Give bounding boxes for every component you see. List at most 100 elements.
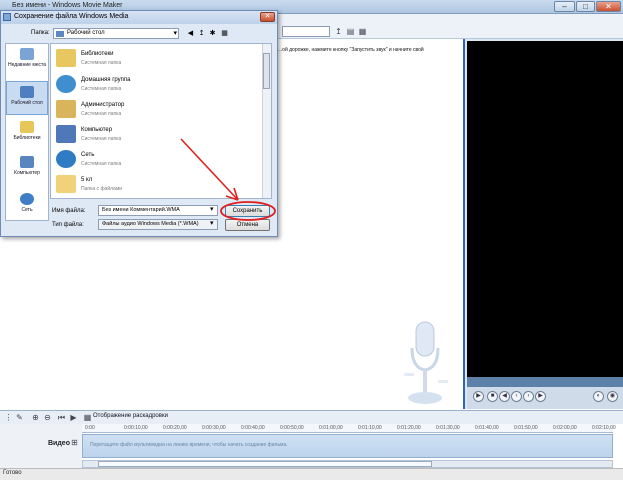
- stop-icon[interactable]: ■: [487, 391, 498, 402]
- item-desc: Системная папка: [81, 86, 122, 92]
- minimize-button[interactable]: –: [554, 1, 575, 12]
- microphone-icon: [404, 321, 448, 404]
- item-name: 5 кл: [81, 177, 93, 183]
- filename-value: Без имени Комментарий.WMA: [102, 207, 180, 213]
- list-item[interactable]: Администратор Системная папка: [54, 98, 254, 122]
- expand-track-icon[interactable]: ⊞: [69, 437, 80, 448]
- item-desc: Папка с файлами: [81, 186, 123, 192]
- filename-input[interactable]: Без имени Комментарий.WMA: [98, 205, 218, 216]
- file-list-scroll-thumb[interactable]: [263, 53, 270, 89]
- up-folder-icon[interactable]: ↥: [333, 26, 344, 37]
- desktop-icon: [56, 31, 64, 37]
- storyboard-view-label[interactable]: Отображение раскадровки: [93, 413, 168, 419]
- computer-icon: [56, 125, 76, 143]
- timeline-tick: 0:02:10,00: [592, 425, 616, 431]
- view-menu-icon[interactable]: ▦: [220, 29, 229, 38]
- storyboard-icon[interactable]: ▦: [82, 412, 93, 423]
- chevron-down-icon[interactable]: ▾: [210, 205, 214, 213]
- video-track-label: Видео: [48, 440, 70, 447]
- narration-hint: ...ой дорожке, нажмите кнопку "Запустить…: [278, 47, 424, 53]
- place-label: Сеть: [21, 207, 33, 213]
- item-desc: Системная папка: [81, 60, 122, 66]
- list-item[interactable]: Компьютер Системная папка: [54, 123, 254, 147]
- timeline-options-icon[interactable]: ⋮: [3, 412, 14, 423]
- timeline-tick: 0:00:50,00: [280, 425, 304, 431]
- snapshot-icon[interactable]: ◉: [607, 391, 618, 402]
- zoom-out-icon[interactable]: ⊖: [42, 412, 53, 423]
- item-name: Библиотеки: [81, 51, 114, 57]
- libraries-icon: [20, 121, 34, 133]
- status-text: Готово: [3, 470, 22, 476]
- rewind-timeline-icon[interactable]: ⏮: [56, 412, 67, 423]
- seek-bar[interactable]: [467, 377, 623, 387]
- place-computer[interactable]: Компьютер: [6, 156, 48, 176]
- timeline-scroll-thumb[interactable]: [98, 461, 432, 467]
- timeline-tick: 0:01:10,00: [358, 425, 382, 431]
- folder-icon: [56, 175, 76, 193]
- dialog-title: Сохранение файла Windows Media: [14, 13, 129, 20]
- new-folder-icon[interactable]: ▤: [345, 26, 356, 37]
- item-name: Компьютер: [81, 127, 113, 133]
- filetype-label: Тип файла:: [52, 222, 84, 228]
- next-frame-icon[interactable]: ›: [523, 391, 534, 402]
- item-name: Сеть: [81, 152, 95, 158]
- play-icon[interactable]: ▶: [473, 391, 484, 402]
- new-folder-icon[interactable]: ✱: [208, 29, 217, 38]
- timeline-tick: 0:01:40,00: [475, 425, 499, 431]
- narrate-icon[interactable]: ✎: [14, 412, 25, 423]
- user-folder-icon: [56, 100, 76, 118]
- timeline-tick: 0:00:10,00: [124, 425, 148, 431]
- dialog-app-icon: [3, 13, 11, 21]
- item-desc: Системная папка: [81, 136, 122, 142]
- view-options-icon[interactable]: ▦: [357, 26, 368, 37]
- zoom-in-icon[interactable]: ⊕: [30, 412, 41, 423]
- save-button[interactable]: Сохранить: [225, 205, 270, 217]
- place-label: Компьютер: [14, 170, 40, 176]
- place-label: Рабочий стол: [11, 100, 43, 106]
- timeline-tick: 0:00:30,00: [202, 425, 226, 431]
- main-window-title: Без имени - Windows Movie Maker: [12, 2, 123, 9]
- chevron-down-icon[interactable]: ▾: [210, 219, 214, 227]
- timeline-tick: 0:01:50,00: [514, 425, 538, 431]
- up-folder-icon[interactable]: ↥: [197, 29, 206, 38]
- timeline-tick: 0:01:30,00: [436, 425, 460, 431]
- place-recent[interactable]: Недавние места: [6, 48, 48, 68]
- list-item[interactable]: Библиотеки Системная папка: [54, 47, 254, 71]
- playback-controls: ▶ ■ ◀ ‹ › ▶ ◐ ◉: [467, 387, 623, 409]
- chevron-down-icon: ▾: [173, 30, 177, 37]
- split-icon[interactable]: ◐: [593, 391, 604, 402]
- place-network[interactable]: Сеть: [6, 193, 48, 213]
- play-timeline-icon[interactable]: ▶: [68, 412, 79, 423]
- back-icon[interactable]: ◀: [186, 29, 195, 38]
- list-item[interactable]: Сеть Системная папка: [54, 148, 254, 172]
- network-icon: [56, 150, 76, 168]
- dialog-close-button[interactable]: ✕: [260, 12, 275, 22]
- preview-screen: [467, 41, 623, 377]
- look-in-value: Рабочий стол: [67, 30, 105, 36]
- list-item[interactable]: 5 кл Папка с файлами: [54, 173, 254, 197]
- filetype-value: Файлы аудио Windows Media (*.WMA): [102, 221, 199, 227]
- track-hint: Перетащите файл мультимедиа на линию вре…: [90, 442, 288, 448]
- place-libraries[interactable]: Библиотеки: [6, 121, 48, 141]
- timeline-tick: 0:00:40,00: [241, 425, 265, 431]
- forward-icon[interactable]: ▶: [535, 391, 546, 402]
- filetype-combo[interactable]: Файлы аудио Windows Media (*.WMA): [98, 219, 218, 230]
- look-in-label: Папка:: [31, 30, 50, 36]
- timeline-tick: 0:00:20,00: [163, 425, 187, 431]
- rewind-icon[interactable]: ◀: [499, 391, 510, 402]
- collection-combo[interactable]: [282, 26, 330, 37]
- prev-frame-icon[interactable]: ‹: [511, 391, 522, 402]
- maximize-button[interactable]: □: [576, 1, 595, 12]
- close-button[interactable]: ✕: [596, 1, 621, 12]
- item-name: Домашняя группа: [81, 77, 131, 83]
- dialog-title-bar: Сохранение файла Windows Media: [1, 11, 277, 24]
- libraries-folder-icon: [56, 49, 76, 67]
- place-desktop[interactable]: Рабочий стол: [6, 81, 48, 115]
- network-icon: [20, 193, 34, 205]
- homegroup-icon: [56, 75, 76, 93]
- list-item[interactable]: Домашняя группа Системная папка: [54, 73, 254, 97]
- look-in-combo[interactable]: Рабочий стол ▾: [53, 28, 179, 39]
- cancel-button[interactable]: Отмена: [225, 219, 270, 231]
- timeline-tick: 0:01:00,00: [319, 425, 343, 431]
- item-desc: Системная папка: [81, 111, 122, 117]
